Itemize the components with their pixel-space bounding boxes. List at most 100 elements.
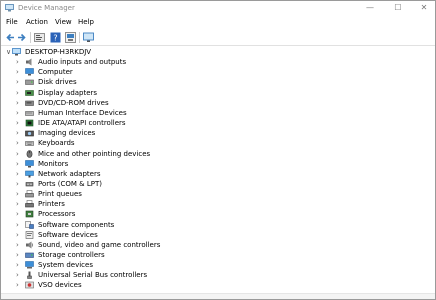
tree-item[interactable]: › Audio inputs and outputs (1, 57, 431, 67)
menu-action[interactable]: Action (26, 18, 48, 26)
title-bar[interactable]: Device Manager — ☐ ✕ (1, 1, 435, 15)
tree-item-label: Mice and other pointing devices (38, 150, 151, 158)
printer-icon (25, 200, 34, 208)
maximize-button[interactable]: ☐ (385, 1, 411, 15)
tree-item-label: Computer (38, 68, 73, 76)
chevron-right-icon[interactable]: › (16, 170, 23, 178)
tree-item[interactable]: › System devices (1, 260, 431, 270)
chevron-right-icon[interactable]: › (16, 119, 23, 127)
forward-icon[interactable] (17, 32, 27, 43)
chevron-right-icon[interactable]: › (16, 281, 23, 289)
tree-item[interactable]: › Sound, video and game controllers (1, 240, 431, 250)
tree-item-label: Display adapters (38, 89, 98, 97)
hid-icon (25, 111, 34, 116)
tree-item-label: Sound, video and game controllers (38, 241, 161, 249)
chevron-right-icon[interactable]: › (16, 261, 23, 269)
menu-file[interactable]: File (6, 18, 18, 26)
chevron-right-icon[interactable]: › (16, 200, 23, 208)
tree-item-label: Imaging devices (38, 129, 96, 137)
chevron-right-icon[interactable]: › (16, 139, 23, 147)
tree-item[interactable]: › Software devices (1, 230, 431, 240)
chevron-right-icon[interactable]: › (16, 190, 23, 198)
chevron-right-icon[interactable]: › (16, 241, 23, 249)
tree-root[interactable]: ∨ DESKTOP-H3RKDJV (1, 47, 431, 57)
tree-item-label: VSO devices (38, 281, 82, 289)
minimize-button[interactable]: — (357, 1, 383, 15)
chevron-right-icon[interactable]: › (16, 78, 23, 86)
window-title: Device Manager (18, 4, 75, 12)
tree-item[interactable]: › Processors (1, 209, 431, 219)
tree-item[interactable]: › Printers (1, 199, 431, 209)
tree-item-label: DVD/CD-ROM drives (38, 99, 109, 107)
chevron-right-icon[interactable]: › (16, 251, 23, 259)
tree-item[interactable]: › Storage controllers (1, 250, 431, 260)
tree-item-label: Network adapters (38, 170, 101, 178)
properties-icon[interactable] (34, 32, 45, 43)
chevron-right-icon[interactable]: › (16, 68, 23, 76)
keyboard-icon (25, 141, 34, 146)
monitor-icon[interactable] (83, 32, 94, 43)
tree-item-label: Ports (COM & LPT) (38, 180, 102, 188)
chevron-right-icon[interactable]: › (16, 89, 23, 97)
computer-icon (25, 68, 34, 76)
tree-item-label: Keyboards (38, 139, 75, 147)
tree-item-label: Disk drives (38, 78, 77, 86)
toolbar-separator (79, 32, 80, 43)
tree-item[interactable]: › Imaging devices (1, 128, 431, 138)
toolbar: ? (1, 29, 435, 46)
tree-item-label: Storage controllers (38, 251, 105, 259)
device-manager-icon (5, 4, 14, 12)
tree-item[interactable]: › Universal Serial Bus controllers (1, 270, 431, 280)
tree-item[interactable]: › Network adapters (1, 169, 431, 179)
display-adapter-icon (25, 90, 34, 96)
tree-item[interactable]: › Ports (COM & LPT) (1, 179, 431, 189)
chevron-right-icon[interactable]: › (16, 99, 23, 107)
tree-item[interactable]: › Keyboards (1, 138, 431, 148)
tree-item[interactable]: › Display adapters (1, 88, 431, 98)
chevron-right-icon[interactable]: › (16, 271, 23, 279)
menu-help[interactable]: Help (78, 18, 94, 26)
tree-item[interactable]: › Print queues (1, 189, 431, 199)
chevron-right-icon[interactable]: › (16, 150, 23, 158)
tree-item-label: Software devices (38, 231, 98, 239)
tree-item[interactable]: › Disk drives (1, 77, 431, 87)
chevron-right-icon[interactable]: › (16, 58, 23, 66)
tree-item[interactable]: › Human Interface Devices (1, 108, 431, 118)
computer-icon (12, 48, 21, 56)
device-manager-window: Device Manager — ☐ ✕ File Action View He… (0, 0, 436, 300)
tree-item[interactable]: › Monitors (1, 159, 431, 169)
tree-item[interactable]: › DVD/CD-ROM drives (1, 98, 431, 108)
chevron-right-icon[interactable]: › (16, 210, 23, 218)
chevron-right-icon[interactable]: › (16, 129, 23, 137)
close-button[interactable]: ✕ (411, 1, 436, 15)
dvd-icon (25, 100, 34, 106)
chevron-right-icon[interactable]: › (16, 231, 23, 239)
status-bar (1, 293, 435, 299)
usb-icon (27, 271, 32, 279)
menu-bar: File Action View Help (1, 16, 435, 29)
chevron-right-icon[interactable]: › (16, 180, 23, 188)
mouse-icon (26, 150, 33, 158)
menu-view[interactable]: View (55, 18, 72, 26)
svg-text:?: ? (53, 34, 57, 43)
tree-item[interactable]: › IDE ATA/ATAPI controllers (1, 118, 431, 128)
storage-icon (25, 252, 34, 258)
chevron-right-icon[interactable]: › (16, 109, 23, 117)
software-component-icon (25, 221, 34, 229)
network-icon (25, 170, 34, 178)
help-icon[interactable]: ? (50, 32, 61, 43)
tree-item-label: Monitors (38, 160, 69, 168)
chevron-right-icon[interactable]: › (16, 160, 23, 168)
tree-item-label: Audio inputs and outputs (38, 58, 127, 66)
print-queue-icon (25, 190, 34, 198)
tree-item[interactable]: › VSO devices (1, 280, 431, 290)
tree-item[interactable]: › Mice and other pointing devices (1, 149, 431, 159)
update-driver-icon[interactable] (65, 32, 76, 43)
chevron-right-icon[interactable]: › (16, 221, 23, 229)
back-icon[interactable] (5, 32, 15, 43)
system-icon (25, 261, 34, 269)
toolbar-separator (30, 32, 31, 43)
tree-item[interactable]: › Software components (1, 220, 431, 230)
camera-icon (25, 130, 34, 137)
tree-item[interactable]: › Computer (1, 67, 431, 77)
